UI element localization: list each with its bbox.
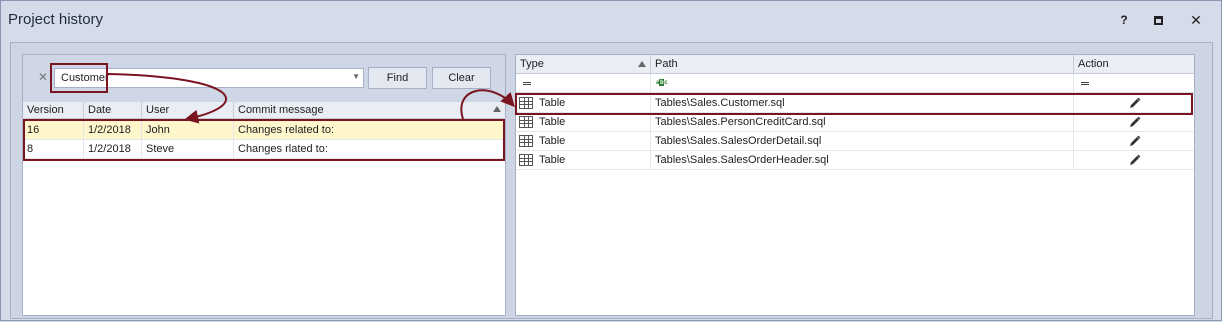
window-title: Project history [8, 11, 104, 28]
cell-type: Table [516, 113, 651, 132]
pencil-icon[interactable] [1129, 154, 1141, 166]
cell-path: Tables\Sales.PersonCreditCard.sql [651, 113, 1074, 132]
cell-type-label: Table [539, 154, 566, 166]
cell-action [1074, 113, 1194, 132]
cell-type-label: Table [539, 116, 566, 128]
close-button[interactable]: ✕ [1186, 10, 1206, 30]
sort-ascending-icon [638, 61, 646, 67]
abc-filter-icon: abc [656, 79, 668, 86]
table-icon [519, 116, 533, 128]
equals-icon [1081, 82, 1089, 85]
cell-type-label: Table [539, 135, 566, 147]
find-button[interactable]: Find [368, 67, 427, 89]
filter-row: abc [516, 74, 1194, 93]
cell-action [1074, 132, 1194, 151]
table-icon [519, 135, 533, 147]
col-type[interactable]: Type [516, 55, 651, 74]
col-path[interactable]: Path [651, 55, 1074, 74]
cell-type: Table [516, 151, 651, 170]
help-button[interactable]: ? [1114, 10, 1134, 30]
project-history-window: Project history ? ✕ ✕ Customer ▼ Find Cl… [0, 0, 1222, 321]
commit-rows-highlight-box [23, 119, 505, 161]
col-version[interactable]: Version [23, 102, 84, 119]
title-bar: Project history ? ✕ [1, 1, 1221, 39]
table-row[interactable]: Table Tables\Sales.PersonCreditCard.sql [516, 113, 1194, 132]
table-row[interactable]: Table Tables\Sales.SalesOrderHeader.sql [516, 151, 1194, 170]
path-filter[interactable]: abc [651, 74, 1074, 93]
search-highlight-box [50, 63, 108, 93]
pencil-icon[interactable] [1129, 135, 1141, 147]
equals-icon [523, 82, 531, 85]
cell-path: Tables\Sales.SalesOrderHeader.sql [651, 151, 1074, 170]
type-filter[interactable] [516, 74, 651, 93]
col-type-label: Type [520, 58, 544, 70]
table-row[interactable]: Table Tables\Sales.SalesOrderDetail.sql [516, 132, 1194, 151]
col-date[interactable]: Date [84, 102, 142, 119]
commit-grid-header: Version Date User Commit message [23, 102, 505, 119]
object-grid-header: Type Path Action [516, 55, 1194, 74]
col-user[interactable]: User [142, 102, 234, 119]
col-commit-message[interactable]: Commit message [234, 102, 505, 119]
chevron-down-icon[interactable]: ▼ [352, 72, 360, 81]
pencil-icon[interactable] [1129, 116, 1141, 128]
maximize-button[interactable] [1148, 10, 1168, 30]
cell-type: Table [516, 132, 651, 151]
object-row-highlight-box [515, 93, 1193, 115]
action-filter[interactable] [1074, 74, 1194, 93]
search-clear-icon[interactable]: ✕ [36, 69, 50, 85]
cell-action [1074, 151, 1194, 170]
clear-button[interactable]: Clear [432, 67, 491, 89]
cell-path: Tables\Sales.SalesOrderDetail.sql [651, 132, 1074, 151]
maximize-icon [1153, 15, 1163, 25]
sort-ascending-icon [493, 106, 501, 112]
col-action[interactable]: Action [1074, 55, 1194, 74]
table-icon [519, 154, 533, 166]
col-commit-message-label: Commit message [238, 104, 324, 116]
